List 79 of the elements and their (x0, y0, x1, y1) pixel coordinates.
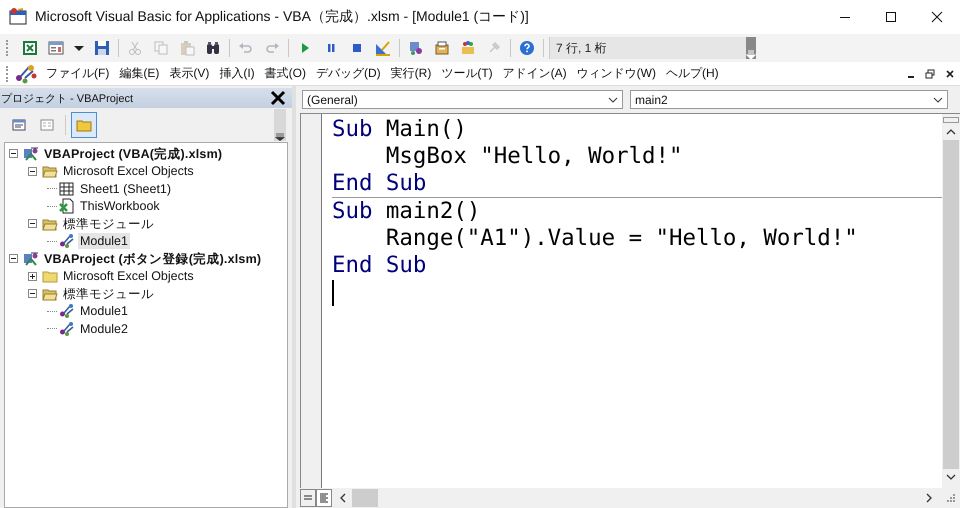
view-code-icon (11, 117, 27, 133)
menu-item[interactable]: ファイル(F) (41, 65, 114, 82)
code-line: Range("A1").Value = "Hello, World!" (384, 225, 858, 252)
app-icon (9, 8, 27, 26)
close-button[interactable] (270, 90, 286, 106)
tree-item[interactable]: VBAProject (ボタン登録(完成).xlsm) (42, 250, 264, 267)
collapse-icon[interactable] (28, 289, 37, 298)
workbook-icon (59, 198, 75, 214)
code-line: End Sub (332, 252, 426, 279)
menu-item[interactable]: アドイン(A) (498, 65, 572, 82)
project-icon (23, 146, 39, 162)
module-icon[interactable] (15, 64, 37, 84)
spreadsheet-icon[interactable] (22, 40, 38, 56)
overflow-icon[interactable] (275, 133, 285, 141)
collapse-icon[interactable] (28, 166, 37, 176)
help-icon[interactable] (519, 40, 535, 56)
tree-item[interactable]: Microsoft Excel Objects (61, 268, 196, 284)
tree-item[interactable]: Module2 (78, 320, 130, 337)
menu-item[interactable]: ヘルプ(H) (660, 65, 724, 82)
collapse-icon[interactable] (9, 254, 18, 264)
tree-item[interactable]: VBAProject (VBA(完成).xlsm) (42, 146, 224, 162)
menu-item[interactable]: 編集(E) (114, 65, 164, 82)
save-icon[interactable] (94, 40, 110, 56)
chevron-down-icon (933, 96, 943, 102)
tree-item[interactable]: Microsoft Excel Objects (61, 163, 196, 180)
tree-item[interactable]: Module1 (78, 303, 130, 320)
scroll-thumb[interactable] (943, 140, 959, 469)
chevron-down-icon (608, 96, 618, 102)
procedure-view-button[interactable] (300, 489, 316, 507)
project-icon[interactable] (408, 40, 424, 56)
tree-item[interactable]: Sheet1 (Sheet1) (78, 180, 174, 197)
chevron-right-icon[interactable] (924, 492, 934, 504)
procedure-view-icon (303, 494, 313, 502)
object-dropdown[interactable]: (General) (302, 90, 623, 109)
panel-title: プロジェクト - VBAProject (0, 92, 134, 106)
menu-item[interactable]: デバッグ(D) (310, 65, 386, 82)
tree-item[interactable]: Module1 (78, 233, 130, 250)
module-icon (59, 303, 75, 320)
scroll-thumb[interactable] (352, 489, 378, 507)
view-object-icon (39, 117, 55, 133)
code-line: End Sub (332, 170, 426, 197)
full-module-view-button[interactable] (316, 489, 332, 507)
form-icon[interactable] (48, 40, 64, 56)
menu-item[interactable]: 書式(O) (260, 65, 311, 82)
menu-item[interactable]: 実行(R) (386, 65, 436, 82)
resize-grip-icon[interactable] (946, 493, 956, 503)
sheet-icon (59, 180, 75, 197)
tree-item[interactable]: ThisWorkbook (78, 198, 162, 214)
module-view-icon (319, 493, 329, 503)
expand-icon[interactable] (28, 272, 37, 281)
chevron-down-icon[interactable] (945, 472, 957, 482)
menu-item[interactable]: 挿入(I) (214, 65, 260, 82)
tree-item[interactable]: 標準モジュール (61, 286, 156, 302)
window-title: Microsoft Visual Basic for Applications - VBA（完成）.xlsm - [Module1 (コード)] (35, 8, 530, 26)
split-handle[interactable] (943, 117, 959, 123)
menu-item[interactable]: 表示(V) (164, 65, 214, 82)
properties-icon[interactable] (434, 40, 450, 56)
maximize-icon[interactable] (885, 11, 897, 23)
module-icon (59, 320, 75, 337)
code-line: Sub Main() (332, 116, 467, 143)
folder-button[interactable] (71, 112, 97, 138)
close-icon[interactable] (931, 11, 943, 23)
menu-item[interactable]: ウィンドウ(W) (572, 65, 661, 82)
chevron-up-icon[interactable] (945, 127, 957, 137)
object-browser-icon[interactable] (460, 40, 476, 56)
procedure-dropdown[interactable]: main2 (630, 90, 948, 109)
menu-item[interactable]: ツール(T) (436, 65, 498, 82)
close-button[interactable] (945, 68, 955, 78)
collapse-icon[interactable] (9, 149, 18, 158)
code-line: MsgBox "Hello, World!" (384, 143, 682, 170)
module-icon (59, 233, 75, 250)
project-icon (23, 250, 39, 267)
binoculars-icon[interactable] (205, 40, 221, 56)
restore-button[interactable] (925, 68, 935, 78)
ruler-icon[interactable] (375, 40, 391, 56)
tree-item[interactable]: 標準モジュール (61, 216, 156, 232)
code-line: Sub main2() (332, 198, 480, 225)
chevron-left-icon[interactable] (338, 492, 348, 504)
collapse-icon[interactable] (28, 219, 37, 228)
